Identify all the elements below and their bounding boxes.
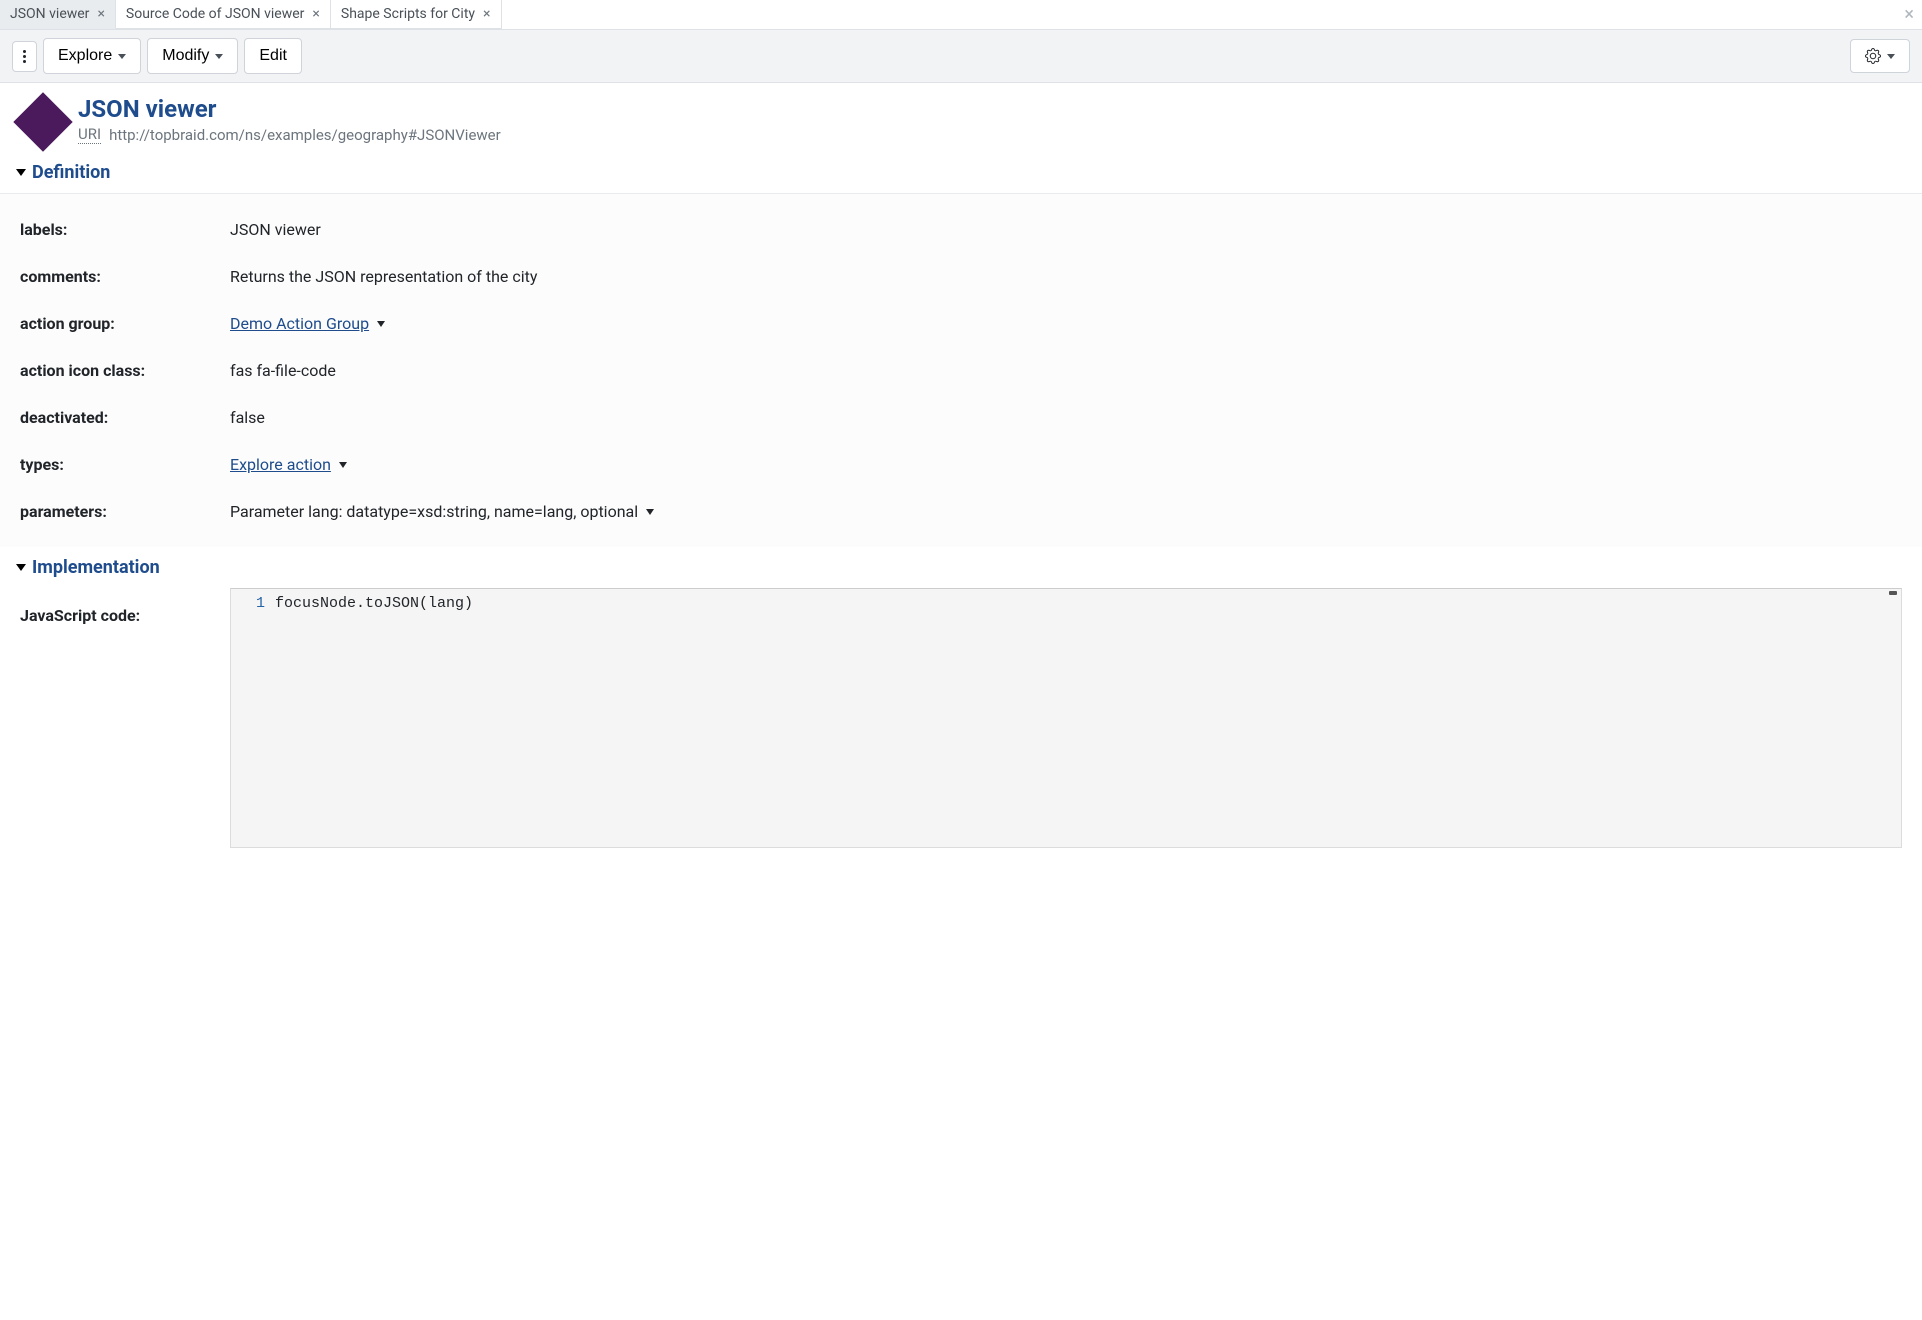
def-label: labels: xyxy=(20,220,230,239)
more-actions-button[interactable] xyxy=(12,41,37,72)
uri-line: URI http://topbraid.com/ns/examples/geog… xyxy=(78,125,501,144)
caret-down-icon xyxy=(16,169,26,176)
chevron-down-icon[interactable] xyxy=(377,321,385,327)
caret-down-icon xyxy=(1887,54,1895,59)
def-row-types: types: Explore action xyxy=(0,441,1922,488)
page-title: JSON viewer xyxy=(78,95,501,123)
caret-down-icon xyxy=(16,564,26,571)
gear-icon xyxy=(1865,48,1881,64)
resource-type-icon xyxy=(13,92,72,151)
settings-dropdown[interactable] xyxy=(1850,39,1910,73)
caret-down-icon xyxy=(215,54,223,59)
tab-label: Source Code of JSON viewer xyxy=(126,6,305,22)
edit-button[interactable]: Edit xyxy=(244,38,302,74)
def-row-action-group: action group: Demo Action Group xyxy=(0,300,1922,347)
def-value: false xyxy=(230,408,265,427)
def-row-comments: comments: Returns the JSON representatio… xyxy=(0,253,1922,300)
def-label: comments: xyxy=(20,267,230,286)
def-row-deactivated: deactivated: false xyxy=(0,394,1922,441)
tab-shape-scripts[interactable]: Shape Scripts for City × xyxy=(331,0,502,29)
def-value: Returns the JSON representation of the c… xyxy=(230,267,537,286)
close-icon[interactable]: × xyxy=(97,7,104,21)
code-editor[interactable]: 1 focusNode.toJSON(lang) xyxy=(230,588,1902,848)
types-link[interactable]: Explore action xyxy=(230,455,331,474)
close-panel-icon[interactable]: × xyxy=(1904,4,1914,25)
tab-source-code[interactable]: Source Code of JSON viewer × xyxy=(116,0,331,29)
section-header-definition[interactable]: Definition xyxy=(0,152,1922,193)
section-header-implementation[interactable]: Implementation xyxy=(0,547,1922,588)
uri-label: URI xyxy=(78,125,101,144)
tab-bar: JSON viewer × Source Code of JSON viewer… xyxy=(0,0,1922,30)
def-label: deactivated: xyxy=(20,408,230,427)
modify-dropdown[interactable]: Modify xyxy=(147,38,238,74)
edit-label: Edit xyxy=(259,47,287,65)
caret-down-icon xyxy=(118,54,126,59)
tab-json-viewer[interactable]: JSON viewer × xyxy=(0,0,116,29)
code-gutter: 1 xyxy=(231,589,275,847)
section-title: Implementation xyxy=(32,557,160,578)
def-label: types: xyxy=(20,455,230,474)
def-value: fas fa-file-code xyxy=(230,361,336,380)
close-icon[interactable]: × xyxy=(312,7,319,21)
tab-label: Shape Scripts for City xyxy=(341,6,475,22)
parameters-value: Parameter lang: datatype=xsd:string, nam… xyxy=(230,502,638,521)
def-label: action group: xyxy=(20,314,230,333)
def-row-action-icon-class: action icon class: fas fa-file-code xyxy=(0,347,1922,394)
modify-label: Modify xyxy=(162,47,209,65)
def-value: JSON viewer xyxy=(230,220,321,239)
chevron-down-icon[interactable] xyxy=(339,462,347,468)
def-label: parameters: xyxy=(20,502,230,521)
scroll-indicator xyxy=(1889,591,1897,595)
tab-label: JSON viewer xyxy=(10,6,89,22)
action-group-link[interactable]: Demo Action Group xyxy=(230,314,369,333)
resource-header: JSON viewer URI http://topbraid.com/ns/e… xyxy=(0,83,1922,152)
implementation-body: JavaScript code: 1 focusNode.toJSON(lang… xyxy=(0,588,1922,848)
def-row-labels: labels: JSON viewer xyxy=(0,206,1922,253)
explore-label: Explore xyxy=(58,47,112,65)
line-number: 1 xyxy=(231,595,265,612)
chevron-down-icon[interactable] xyxy=(646,509,654,515)
uri-value: http://topbraid.com/ns/examples/geograph… xyxy=(109,126,501,144)
close-icon[interactable]: × xyxy=(483,7,490,21)
def-row-parameters: parameters: Parameter lang: datatype=xsd… xyxy=(0,488,1922,535)
explore-dropdown[interactable]: Explore xyxy=(43,38,141,74)
kebab-icon xyxy=(23,50,26,63)
toolbar: Explore Modify Edit xyxy=(0,30,1922,83)
impl-label: JavaScript code: xyxy=(20,588,230,848)
definition-body: labels: JSON viewer comments: Returns th… xyxy=(0,193,1922,547)
code-content[interactable]: focusNode.toJSON(lang) xyxy=(275,589,473,847)
section-title: Definition xyxy=(32,162,110,183)
def-label: action icon class: xyxy=(20,361,230,380)
